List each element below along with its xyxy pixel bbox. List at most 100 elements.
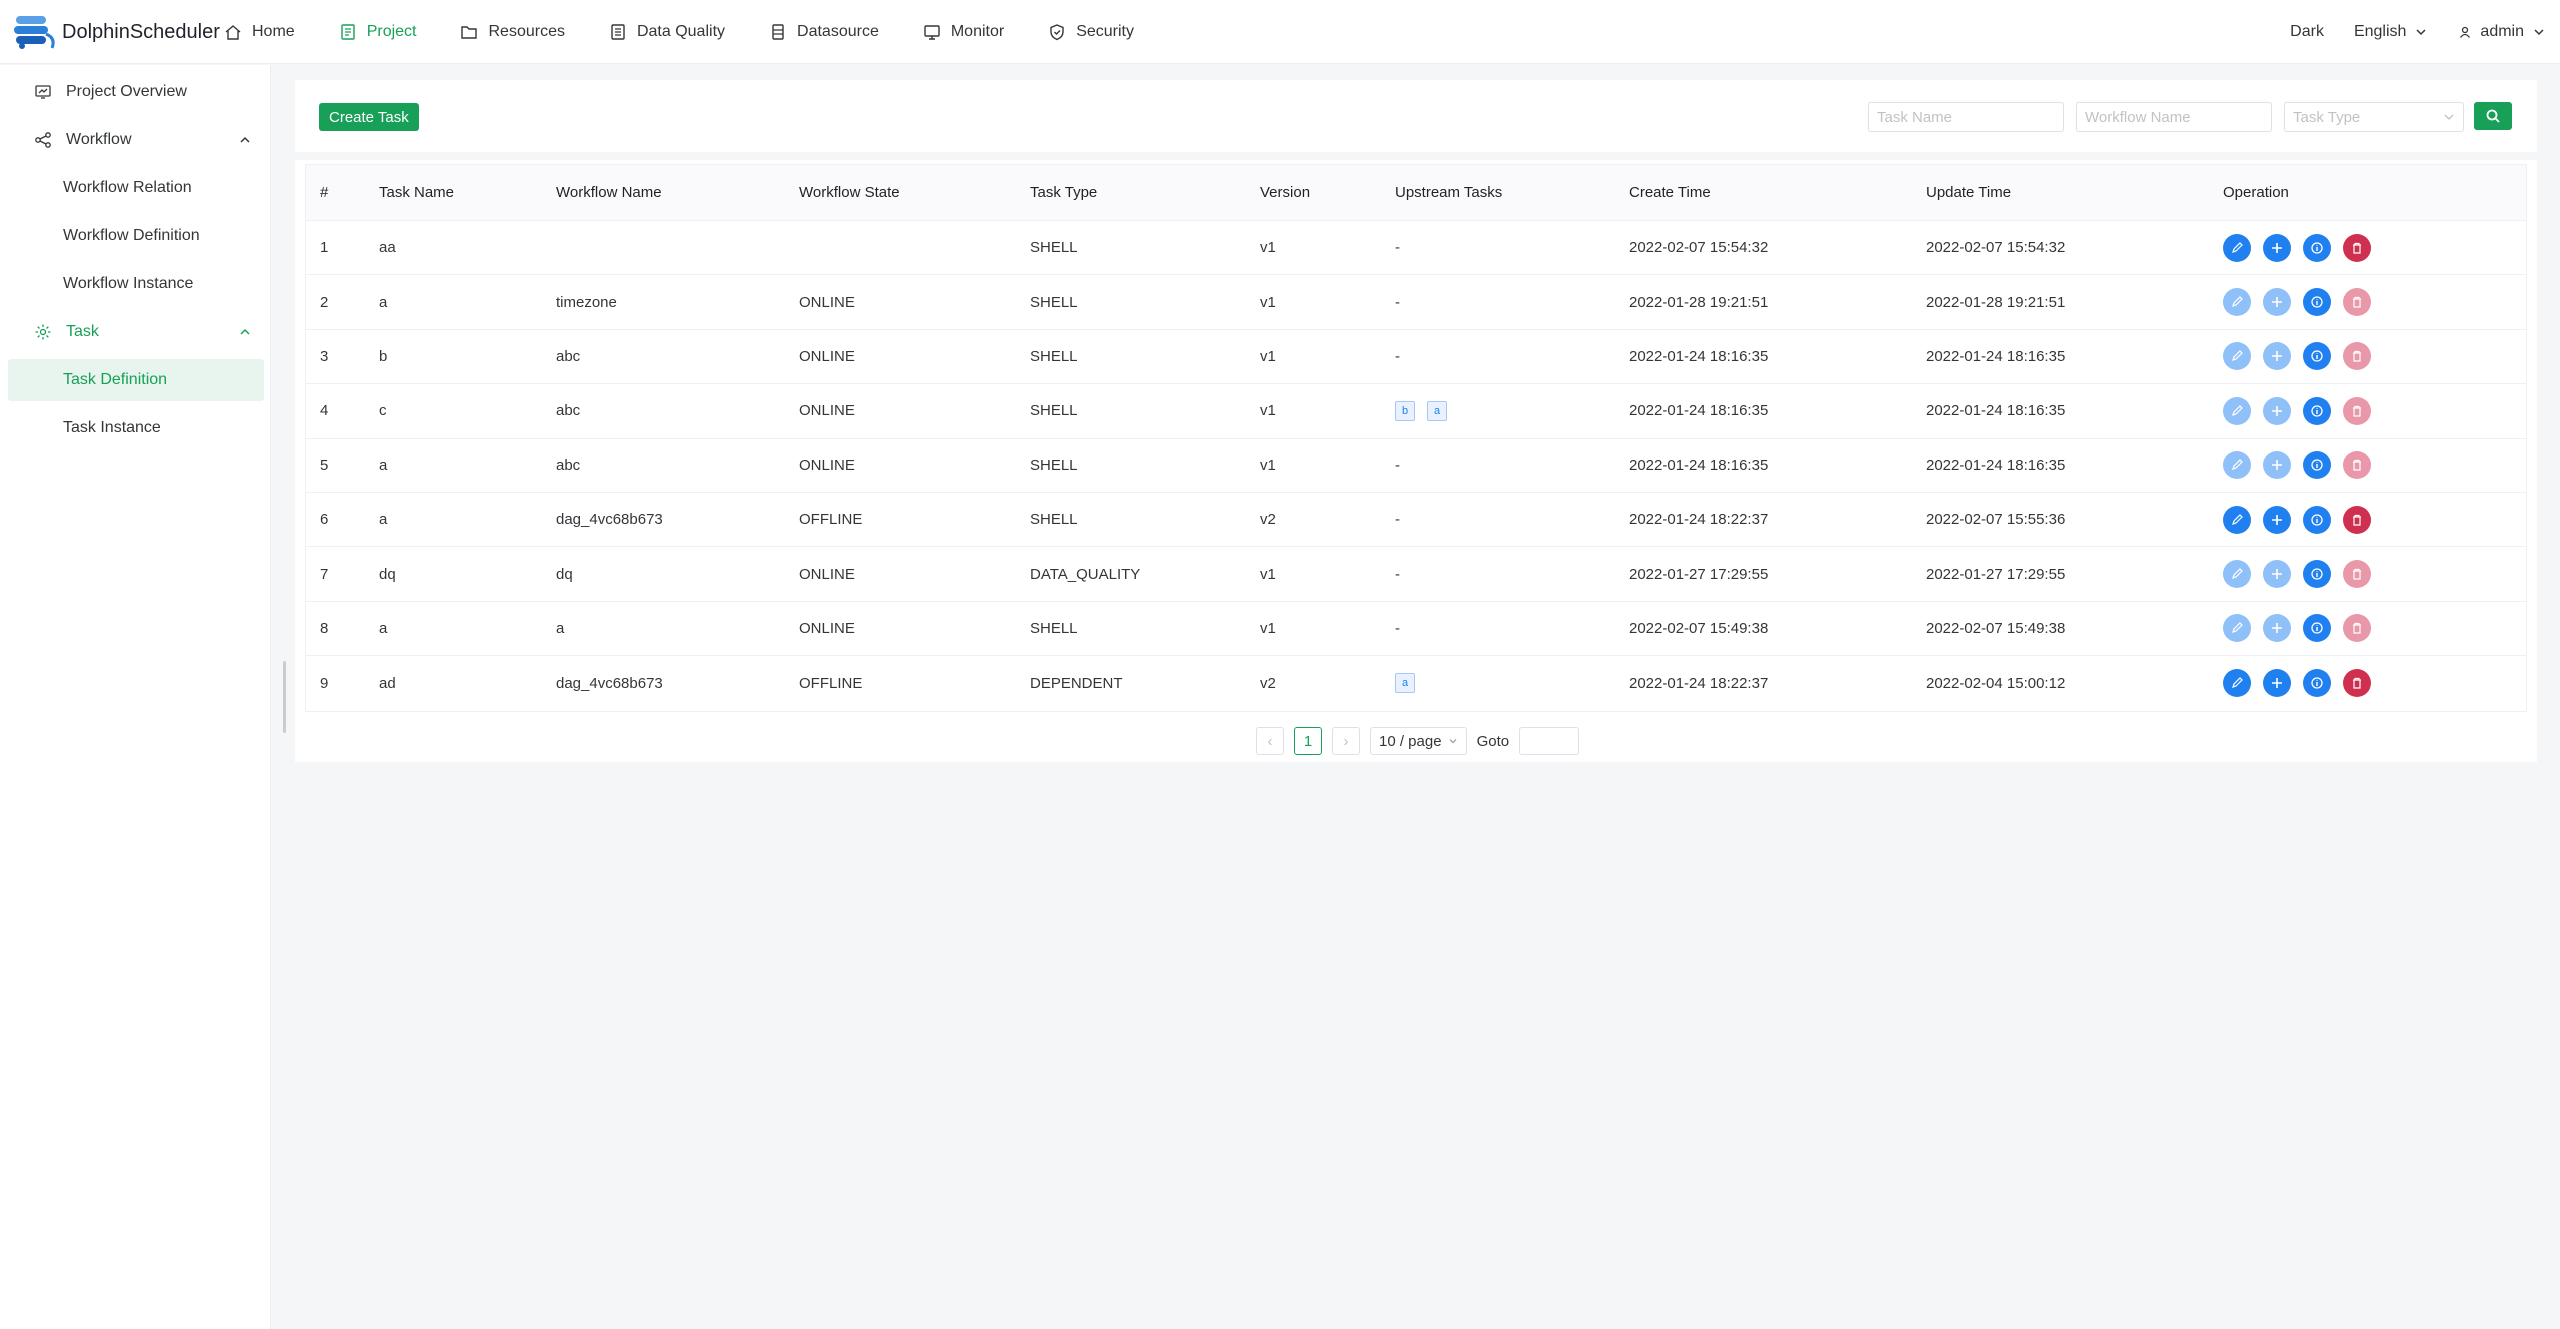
- edit-button[interactable]: [2223, 560, 2251, 589]
- nav-data-quality[interactable]: Data Quality: [609, 23, 725, 41]
- sidebar-item-task-definition[interactable]: Task Definition: [8, 359, 264, 401]
- row-actions: [2223, 288, 2371, 317]
- edit-button[interactable]: [2223, 451, 2251, 480]
- page-button[interactable]: 1: [1294, 727, 1322, 755]
- col-create-time-cell: 2022-01-27 17:29:55: [1629, 565, 1769, 583]
- home-icon: [225, 25, 241, 40]
- task-type-placeholder: Task Type: [2293, 108, 2361, 126]
- shield-icon: [1050, 24, 1064, 41]
- database-icon: [772, 24, 784, 40]
- info-button[interactable]: [2303, 342, 2331, 371]
- delete-icon: [2353, 678, 2361, 689]
- edit-icon: [2232, 513, 2243, 525]
- move-button[interactable]: [2263, 505, 2291, 534]
- language-select[interactable]: English: [2354, 23, 2428, 41]
- sidebar-item-workflow-instance[interactable]: Workflow Instance: [8, 263, 264, 305]
- delete-icon: [2353, 351, 2361, 363]
- app-logo[interactable]: DolphinScheduler: [10, 12, 220, 52]
- nav-label: Monitor: [950, 23, 1005, 40]
- move-button[interactable]: [2263, 233, 2291, 262]
- sidebar-item-task-instance[interactable]: Task Instance: [8, 407, 264, 449]
- move-icon: [2272, 242, 2282, 253]
- delete-button[interactable]: [2343, 505, 2371, 534]
- sidebar-group-task[interactable]: Task: [8, 311, 264, 353]
- task-name-input[interactable]: Task Name: [1868, 102, 2064, 132]
- page-size-label: 10 / page: [1379, 732, 1442, 750]
- info-button[interactable]: [2303, 451, 2331, 480]
- sidebar-item-label: Workflow Definition: [63, 227, 200, 244]
- delete-button[interactable]: [2343, 233, 2371, 262]
- edit-button[interactable]: [2223, 288, 2251, 317]
- goto-page-input[interactable]: [1519, 727, 1580, 755]
- delete-button[interactable]: [2343, 288, 2371, 317]
- search-button[interactable]: [2474, 102, 2512, 130]
- upstream-task-tag[interactable]: a: [1395, 673, 1415, 694]
- edit-button[interactable]: [2223, 505, 2251, 534]
- page-size-select[interactable]: 10 / page: [1370, 727, 1467, 755]
- next-page-button[interactable]: ›: [1332, 727, 1360, 755]
- move-button[interactable]: [2263, 396, 2291, 425]
- move-button[interactable]: [2263, 342, 2291, 371]
- theme-toggle[interactable]: Dark: [2290, 23, 2324, 41]
- delete-button[interactable]: [2343, 396, 2371, 425]
- create-task-button[interactable]: Create Task: [319, 103, 419, 131]
- info-button[interactable]: [2303, 560, 2331, 589]
- col-task-name-cell: b: [379, 347, 388, 365]
- delete-button[interactable]: [2343, 560, 2371, 589]
- delete-button[interactable]: [2343, 342, 2371, 371]
- nav-security[interactable]: Security: [1048, 23, 1134, 41]
- sidebar-item-label: Workflow Instance: [63, 275, 194, 292]
- delete-button[interactable]: [2343, 451, 2371, 480]
- upstream-task-tag[interactable]: a: [1427, 400, 1447, 421]
- prev-page-button[interactable]: ‹: [1256, 727, 1284, 755]
- col-create-time-cell: 2022-01-28 19:21:51: [1629, 293, 1769, 311]
- nav-home[interactable]: Home: [224, 23, 295, 41]
- move-icon: [2272, 351, 2282, 362]
- info-button[interactable]: [2303, 614, 2331, 643]
- nav-resources[interactable]: Resources: [460, 23, 565, 41]
- sidebar-item-workflow-relation[interactable]: Workflow Relation: [8, 167, 264, 209]
- delete-icon: [2353, 460, 2361, 471]
- edit-button[interactable]: [2223, 342, 2251, 371]
- nav-datasource[interactable]: Datasource: [769, 23, 879, 41]
- col-create-time-cell: 2022-01-24 18:16:35: [1629, 347, 1769, 365]
- col-create-time-cell: 2022-01-24 18:22:37: [1629, 674, 1769, 692]
- info-button[interactable]: [2303, 669, 2331, 698]
- edit-button[interactable]: [2223, 396, 2251, 425]
- delete-button[interactable]: [2343, 614, 2371, 643]
- col-update-time-cell: 2022-01-24 18:16:35: [1926, 347, 2066, 365]
- edit-button[interactable]: [2223, 614, 2251, 643]
- edit-button[interactable]: [2223, 233, 2251, 262]
- user-menu[interactable]: admin: [2458, 23, 2546, 41]
- col-create-time-cell: 2022-01-24 18:16:35: [1629, 402, 1769, 420]
- col-workflow-name-header: Workflow Name: [556, 184, 662, 201]
- sidebar-group-label: Task: [66, 323, 99, 340]
- upstream-task-tag[interactable]: b: [1395, 400, 1415, 421]
- move-button[interactable]: [2263, 288, 2291, 317]
- info-button[interactable]: [2303, 396, 2331, 425]
- nav-monitor[interactable]: Monitor: [923, 23, 1004, 41]
- info-button[interactable]: [2303, 288, 2331, 317]
- move-button[interactable]: [2263, 560, 2291, 589]
- info-button[interactable]: [2303, 233, 2331, 262]
- edit-icon: [2232, 459, 2243, 471]
- sidebar-item-project-overview[interactable]: Project Overview: [8, 71, 264, 113]
- sidebar-group-workflow[interactable]: Workflow: [8, 119, 264, 161]
- edit-button[interactable]: [2223, 669, 2251, 698]
- move-button[interactable]: [2263, 669, 2291, 698]
- edit-icon: [2232, 405, 2243, 416]
- delete-button[interactable]: [2343, 669, 2371, 698]
- workflow-name-input[interactable]: Workflow Name: [2076, 102, 2272, 132]
- sidebar-scrollbar[interactable]: [283, 661, 286, 733]
- move-button[interactable]: [2263, 614, 2291, 643]
- move-icon: [2272, 569, 2282, 580]
- col-upstream-tasks-cell: -: [1395, 565, 1400, 583]
- sidebar-item-workflow-definition[interactable]: Workflow Definition: [8, 215, 264, 257]
- task-type-select[interactable]: Task Type: [2284, 102, 2464, 132]
- nav-label: Security: [1076, 23, 1134, 40]
- nav-project[interactable]: Project: [339, 23, 416, 41]
- search-icon: [2486, 109, 2500, 123]
- delete-icon: [2353, 514, 2361, 526]
- move-button[interactable]: [2263, 451, 2291, 480]
- info-button[interactable]: [2303, 505, 2331, 534]
